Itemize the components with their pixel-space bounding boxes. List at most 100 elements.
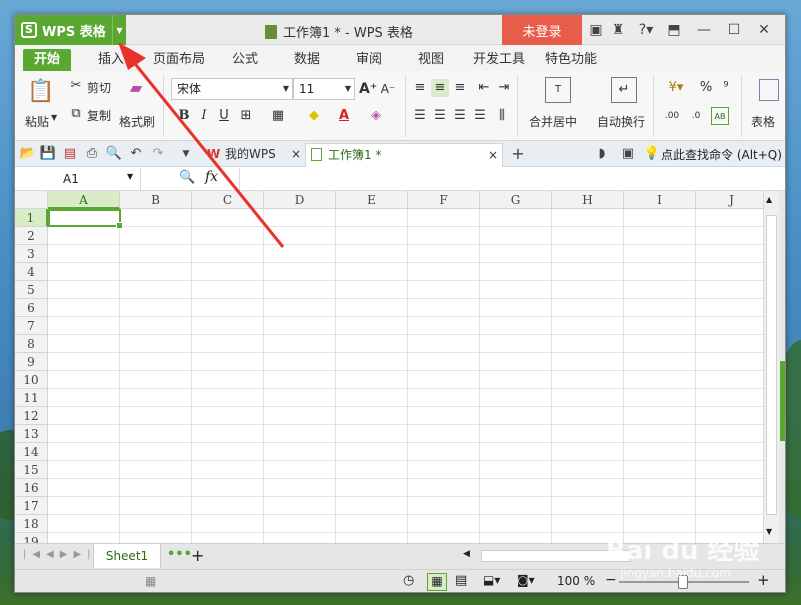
column-header-b[interactable]: B bbox=[120, 191, 192, 209]
column-header-a[interactable]: A bbox=[48, 191, 120, 209]
wrap-text-button[interactable]: 自动换行 bbox=[597, 113, 645, 130]
column-header-g[interactable]: G bbox=[480, 191, 552, 209]
row-header-4[interactable]: 4 bbox=[15, 263, 48, 281]
column-header-d[interactable]: D bbox=[264, 191, 336, 209]
decrease-indent-icon[interactable]: ⇤ bbox=[475, 79, 493, 97]
row-header-18[interactable]: 18 bbox=[15, 515, 48, 533]
row-header-8[interactable]: 8 bbox=[15, 335, 48, 353]
tab-review[interactable]: 审阅 bbox=[349, 49, 389, 71]
increase-decimal-icon[interactable]: .00 bbox=[663, 107, 681, 125]
spreadsheet-grid[interactable]: A B C D E F G H I J 1 2 3 4 5 6 7 8 9 10 11 12 13 14 15 16 17 18 19 bbox=[15, 191, 763, 543]
format-painter-icon[interactable]: ▰ bbox=[125, 79, 147, 101]
distributed-icon[interactable]: ⫼ bbox=[493, 107, 511, 125]
normal-view-icon[interactable]: ▦ bbox=[427, 573, 447, 591]
paste-dropdown-icon[interactable]: ▼ bbox=[51, 113, 57, 122]
zoom-in-icon[interactable]: + bbox=[757, 571, 770, 589]
row-header-6[interactable]: 6 bbox=[15, 299, 48, 317]
align-right-icon[interactable]: ☰ bbox=[451, 107, 469, 125]
bold-button[interactable]: B bbox=[175, 107, 193, 125]
align-bottom-icon[interactable]: ≡ bbox=[451, 79, 469, 97]
thousands-separator-button[interactable]: ⁹ bbox=[717, 79, 735, 97]
shirt-icon[interactable]: ♜ bbox=[609, 21, 627, 39]
row-header-10[interactable]: 10 bbox=[15, 371, 48, 389]
tab-home[interactable]: 开始 bbox=[23, 49, 71, 71]
column-header-h[interactable]: H bbox=[552, 191, 624, 209]
row-header-14[interactable]: 14 bbox=[15, 443, 48, 461]
add-sheet-icon[interactable]: + bbox=[191, 546, 204, 565]
row-header-9[interactable]: 9 bbox=[15, 353, 48, 371]
font-color-icon[interactable]: A bbox=[335, 107, 353, 125]
paste-button[interactable]: 粘贴 bbox=[25, 113, 49, 130]
column-header-f[interactable]: F bbox=[408, 191, 480, 209]
wps-app-button[interactable]: S WPS 表格 bbox=[15, 15, 126, 45]
tab-formulas[interactable]: 公式 bbox=[225, 49, 265, 71]
row-header-1[interactable]: 1 bbox=[15, 209, 48, 227]
insert-function-button[interactable]: fx bbox=[205, 169, 218, 185]
tab-developer[interactable]: 开发工具 bbox=[469, 49, 529, 71]
cut-button[interactable]: 剪切 bbox=[87, 79, 111, 96]
eye-protection-icon[interactable]: ◙▾ bbox=[517, 573, 535, 587]
vertical-scrollbar[interactable]: ▲ ▼ bbox=[763, 191, 779, 543]
copy-icon[interactable]: ⧉ bbox=[67, 105, 85, 123]
command-search[interactable]: 点此查找命令 (Alt+Q) bbox=[661, 146, 782, 163]
help-icon[interactable]: ?▾ bbox=[633, 21, 659, 39]
macro-record-icon[interactable]: ▦ bbox=[145, 574, 156, 588]
format-painter-button[interactable]: 格式刷 bbox=[119, 113, 155, 130]
save-icon[interactable]: 💾 bbox=[39, 145, 57, 163]
align-middle-icon[interactable]: ≡ bbox=[431, 79, 449, 97]
row-header-12[interactable]: 12 bbox=[15, 407, 48, 425]
tab-page-layout[interactable]: 页面布局 bbox=[149, 49, 209, 71]
export-pdf-icon[interactable]: ▤ bbox=[61, 145, 79, 163]
doc-tab-my-wps[interactable]: W 我的WPS × bbox=[203, 143, 303, 167]
row-header-2[interactable]: 2 bbox=[15, 227, 48, 245]
minimize-icon[interactable]: — bbox=[695, 21, 713, 39]
zoom-out-icon[interactable]: − bbox=[605, 572, 617, 588]
font-name-select[interactable]: 宋体 bbox=[171, 78, 293, 100]
name-box-dropdown-icon[interactable]: ▼ bbox=[127, 172, 133, 181]
row-header-3[interactable]: 3 bbox=[15, 245, 48, 263]
formula-input[interactable] bbox=[239, 168, 779, 190]
scroll-left-icon[interactable]: ◀ bbox=[463, 549, 470, 559]
copy-button[interactable]: 复制 bbox=[87, 107, 111, 124]
row-header-13[interactable]: 13 bbox=[15, 425, 48, 443]
align-left-icon[interactable]: ☰ bbox=[411, 107, 429, 125]
italic-button[interactable]: I bbox=[195, 107, 213, 125]
decrease-font-icon[interactable]: A⁻ bbox=[379, 80, 397, 98]
text-format-icon[interactable]: AB bbox=[711, 107, 729, 125]
skin-toggle-icon[interactable]: ▣ bbox=[619, 145, 637, 163]
active-cell-a1[interactable] bbox=[48, 209, 123, 229]
row-header-15[interactable]: 15 bbox=[15, 461, 48, 479]
column-header-c[interactable]: C bbox=[192, 191, 264, 209]
login-button[interactable]: 未登录 bbox=[502, 15, 582, 45]
document-icon[interactable]: ◗ bbox=[593, 145, 611, 163]
row-header-17[interactable]: 17 bbox=[15, 497, 48, 515]
zoom-search-icon[interactable]: 🔍 bbox=[179, 170, 195, 185]
tab-view[interactable]: 视图 bbox=[411, 49, 451, 71]
name-box[interactable]: A1 bbox=[15, 168, 141, 190]
reading-mode-icon[interactable]: ⬓▾ bbox=[483, 573, 500, 587]
quickbar-dropdown-icon[interactable]: ▼ bbox=[177, 145, 195, 163]
tab-insert[interactable]: 插入 bbox=[91, 49, 131, 71]
table-style-button[interactable]: 表格 bbox=[751, 113, 775, 130]
tab-data[interactable]: 数据 bbox=[287, 49, 327, 71]
print-icon[interactable]: ⎙ bbox=[83, 145, 101, 163]
history-icon[interactable]: ◷ bbox=[403, 573, 414, 588]
border-icon[interactable]: ⊞ bbox=[237, 107, 255, 125]
cut-icon[interactable]: ✂ bbox=[67, 77, 85, 95]
column-header-j[interactable]: J bbox=[696, 191, 763, 209]
print-preview-icon[interactable]: 🔍 bbox=[105, 145, 123, 163]
close-icon[interactable]: ✕ bbox=[755, 21, 773, 39]
fill-color-icon[interactable]: ◆ bbox=[305, 107, 323, 125]
scroll-down-icon[interactable]: ▼ bbox=[766, 527, 772, 536]
page-break-view-icon[interactable]: ▤ bbox=[455, 573, 467, 588]
sheet-nav-arrows[interactable]: |◀◀▶▶| bbox=[23, 549, 97, 560]
new-tab-icon[interactable]: + bbox=[509, 145, 527, 163]
close-tab-icon[interactable]: × bbox=[488, 144, 498, 166]
row-header-5[interactable]: 5 bbox=[15, 281, 48, 299]
row-header-16[interactable]: 16 bbox=[15, 479, 48, 497]
close-tab-icon[interactable]: × bbox=[291, 143, 301, 165]
justify-icon[interactable]: ☰ bbox=[471, 107, 489, 125]
maximize-icon[interactable]: ☐ bbox=[725, 21, 743, 39]
open-icon[interactable]: 📂 bbox=[19, 145, 37, 163]
align-center-icon[interactable]: ☰ bbox=[431, 107, 449, 125]
